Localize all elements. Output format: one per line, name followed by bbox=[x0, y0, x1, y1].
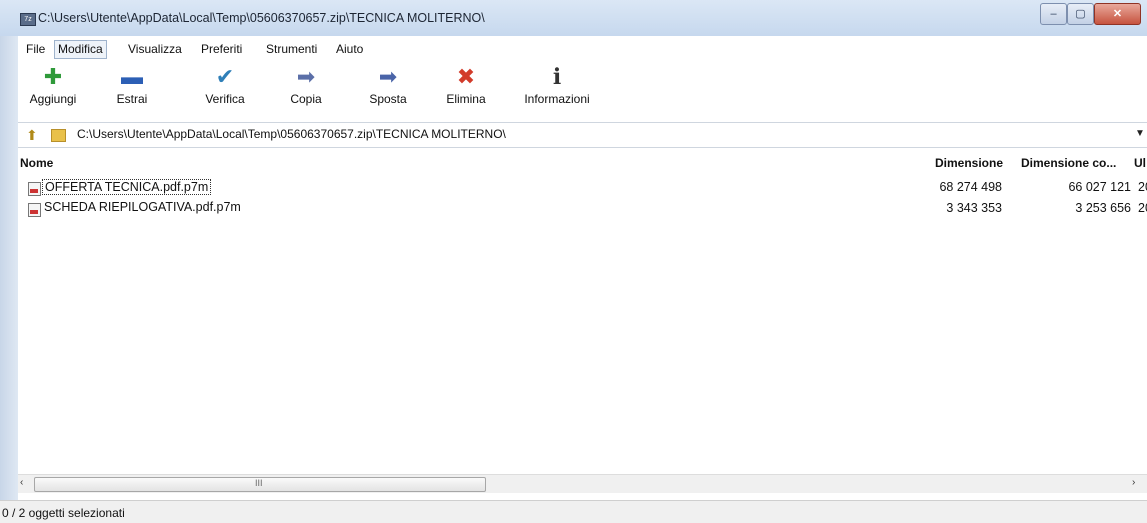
file-packed-size: 66 027 121 bbox=[1068, 180, 1131, 194]
address-path[interactable]: C:\Users\Utente\AppData\Local\Temp\05606… bbox=[77, 127, 506, 141]
menu-visualizza[interactable]: Visualizza bbox=[128, 42, 182, 56]
address-bar[interactable]: ⬆ C:\Users\Utente\AppData\Local\Temp\056… bbox=[18, 122, 1147, 148]
minus-icon: ▬ bbox=[121, 64, 143, 89]
menu-bar: File Modifica Visualizza Preferiti Strum… bbox=[18, 40, 1147, 60]
up-folder-icon[interactable]: ⬆ bbox=[26, 127, 38, 144]
file-icon bbox=[28, 203, 41, 217]
folder-icon bbox=[51, 129, 66, 142]
plus-icon: ✚ bbox=[43, 64, 63, 89]
window-title: C:\Users\Utente\AppData\Local\Temp\05606… bbox=[38, 11, 485, 25]
close-button[interactable]: ✕ bbox=[1094, 3, 1141, 25]
move-button[interactable]: ➡ Sposta bbox=[356, 62, 420, 118]
file-modified: 20 bbox=[1138, 201, 1147, 215]
move-button-label: Sposta bbox=[369, 92, 407, 106]
file-name: OFFERTA TECNICA.pdf.p7m bbox=[42, 179, 212, 195]
verify-button-label: Verifica bbox=[205, 92, 245, 106]
column-header-modified[interactable]: Ul bbox=[1134, 156, 1146, 170]
column-header-packed-size[interactable]: Dimensione co... bbox=[1021, 156, 1116, 170]
window-left-border bbox=[0, 36, 18, 500]
file-modified: 20 bbox=[1138, 180, 1147, 194]
scrollbar-thumb[interactable]: III bbox=[34, 477, 486, 492]
file-packed-size: 3 253 656 bbox=[1075, 201, 1131, 215]
info-icon: ℹ bbox=[552, 64, 562, 89]
move-arrow-icon: ➡ bbox=[378, 64, 398, 89]
add-button-label: Aggiungi bbox=[29, 92, 77, 106]
copy-button-label: Copia bbox=[290, 92, 322, 106]
minimize-button[interactable]: – bbox=[1040, 3, 1067, 25]
file-icon bbox=[28, 182, 41, 196]
file-list[interactable]: Nome Dimensione Dimensione co... Ul OFFE… bbox=[18, 148, 1147, 470]
delete-button[interactable]: ✖ Elimina bbox=[433, 62, 499, 118]
window-controls: – ▢ ✕ bbox=[1040, 3, 1147, 25]
delete-button-label: Elimina bbox=[446, 92, 486, 106]
menu-modifica[interactable]: Modifica bbox=[54, 40, 107, 59]
table-row[interactable]: SCHEDA RIEPILOGATIVA.pdf.p7m 3 343 353 3… bbox=[18, 199, 1147, 219]
info-button[interactable]: ℹ Informazioni bbox=[514, 62, 600, 118]
scrollbar-grip: III bbox=[255, 478, 263, 488]
add-button[interactable]: ✚ Aggiungi bbox=[20, 62, 86, 118]
file-size: 68 274 498 bbox=[939, 180, 1002, 194]
chevron-down-icon[interactable]: ▼ bbox=[1135, 128, 1145, 139]
status-text: 0 / 2 oggetti selezionati bbox=[2, 506, 125, 520]
horizontal-scrollbar[interactable]: ‹ III › bbox=[18, 474, 1147, 493]
menu-aiuto[interactable]: Aiuto bbox=[336, 42, 363, 56]
extract-button-label: Estrai bbox=[116, 92, 148, 106]
info-button-label: Informazioni bbox=[524, 92, 590, 106]
file-size: 3 343 353 bbox=[946, 201, 1002, 215]
column-header-size[interactable]: Dimensione bbox=[935, 156, 1003, 170]
check-icon: ✔ bbox=[215, 64, 235, 89]
table-row[interactable]: OFFERTA TECNICA.pdf.p7m 68 274 498 66 02… bbox=[18, 178, 1147, 198]
delete-x-icon: ✖ bbox=[456, 64, 476, 89]
toolbar: ✚ Aggiungi ▬ Estrai ✔ Verifica ➡ Copia ➡… bbox=[18, 62, 1147, 118]
archive-window: 7z C:\Users\Utente\AppData\Local\Temp\05… bbox=[0, 0, 1147, 523]
status-bar: 0 / 2 oggetti selezionati bbox=[0, 500, 1147, 523]
menu-file[interactable]: File bbox=[26, 42, 45, 56]
extract-button[interactable]: ▬ Estrai bbox=[104, 62, 160, 118]
scroll-left-button[interactable]: ‹ bbox=[20, 477, 23, 488]
copy-arrow-icon: ➡ bbox=[296, 64, 316, 89]
scroll-right-button[interactable]: › bbox=[1132, 477, 1135, 488]
file-name: SCHEDA RIEPILOGATIVA.pdf.p7m bbox=[44, 200, 241, 214]
copy-button[interactable]: ➡ Copia bbox=[276, 62, 336, 118]
title-bar[interactable]: 7z C:\Users\Utente\AppData\Local\Temp\05… bbox=[0, 0, 1147, 36]
menu-strumenti[interactable]: Strumenti bbox=[266, 42, 317, 56]
app-icon: 7z bbox=[20, 13, 36, 26]
maximize-button[interactable]: ▢ bbox=[1067, 3, 1094, 25]
verify-button[interactable]: ✔ Verifica bbox=[190, 62, 260, 118]
column-header-name[interactable]: Nome bbox=[20, 156, 53, 170]
menu-preferiti[interactable]: Preferiti bbox=[201, 42, 242, 56]
